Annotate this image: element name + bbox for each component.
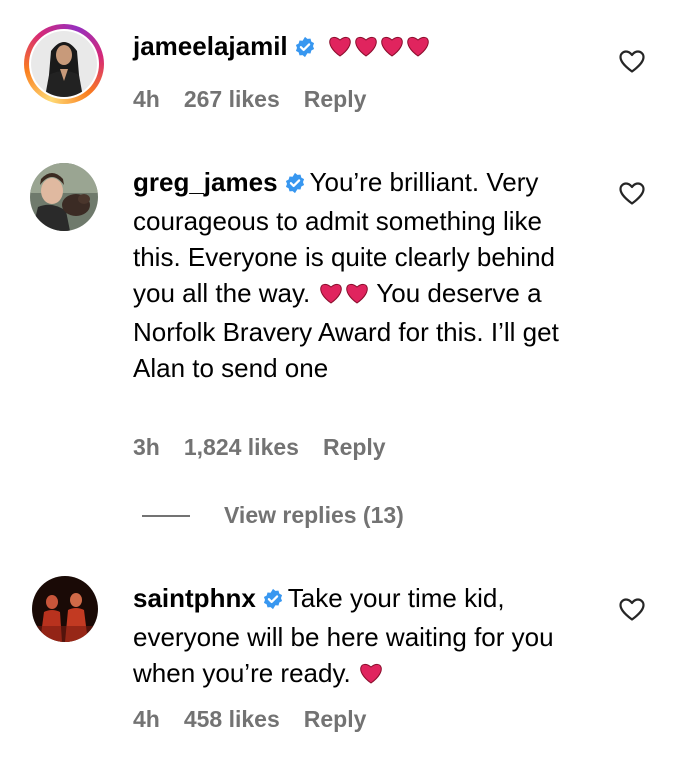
like-heart-outline-icon[interactable] [619, 598, 645, 622]
reply-button[interactable]: Reply [304, 86, 367, 113]
username[interactable]: greg_james [133, 167, 278, 197]
timestamp[interactable]: 4h [133, 86, 160, 113]
verified-badge-icon [262, 583, 284, 619]
likes-count[interactable]: 1,824 likes [184, 434, 299, 461]
reply-button[interactable]: Reply [304, 706, 367, 733]
heart-emoji-icon [327, 31, 353, 67]
heart-emoji-group [318, 278, 370, 308]
avatar[interactable] [32, 576, 98, 642]
comment-meta: 3h 1,824 likes Reply [133, 434, 386, 461]
heart-emoji-icon [358, 658, 384, 694]
verified-badge-icon [294, 31, 316, 67]
heart-emoji-icon [405, 31, 431, 67]
avatar[interactable] [31, 31, 97, 97]
likes-count[interactable]: 458 likes [184, 706, 280, 733]
username[interactable]: saintphnx [133, 583, 256, 613]
heart-emoji-icon [379, 31, 405, 67]
likes-count[interactable]: 267 likes [184, 86, 280, 113]
view-replies-button[interactable]: View replies (13) [142, 502, 404, 529]
comment-meta: 4h 267 likes Reply [133, 86, 366, 113]
comment-body: greg_james You’re brilliant. Very courage… [133, 164, 593, 386]
avatar[interactable] [30, 163, 98, 231]
divider-line [142, 514, 190, 517]
timestamp[interactable]: 3h [133, 434, 160, 461]
like-heart-outline-icon[interactable] [619, 182, 645, 206]
comment-body: jameelajamil [133, 28, 583, 67]
heart-emoji-icon [318, 278, 344, 314]
view-replies-label[interactable]: View replies (13) [224, 502, 404, 529]
verified-badge-icon [284, 167, 306, 203]
username[interactable]: jameelajamil [133, 31, 288, 61]
like-heart-outline-icon[interactable] [619, 50, 645, 74]
heart-emoji-group [327, 31, 431, 61]
heart-emoji-icon [344, 278, 370, 314]
reply-button[interactable]: Reply [323, 434, 386, 461]
comment-body: saintphnx Take your time kid, everyone wi… [133, 580, 573, 694]
heart-emoji-icon [353, 31, 379, 67]
timestamp[interactable]: 4h [133, 706, 160, 733]
comment-meta: 4h 458 likes Reply [133, 706, 366, 733]
